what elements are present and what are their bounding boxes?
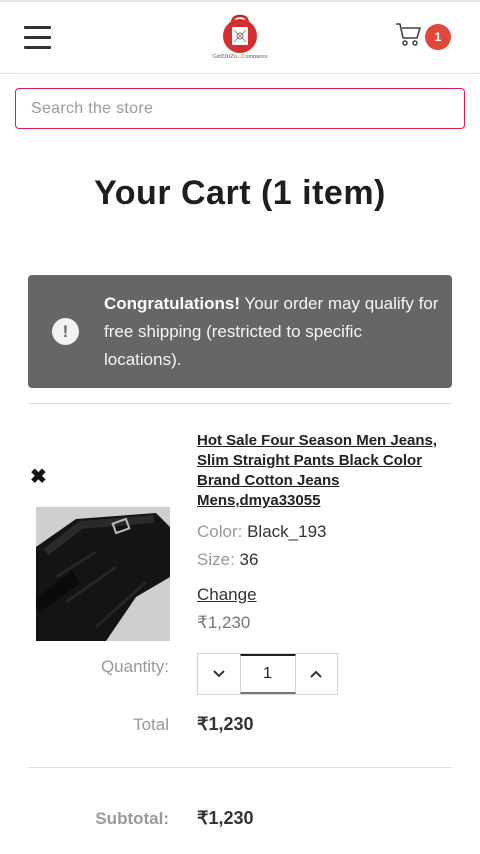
notice-message: Congratulations! Your order may qualify … xyxy=(104,290,444,374)
color-option: Color: Black_193 xyxy=(197,522,326,542)
site-header: GetEffiZo...Commerce 1 xyxy=(0,2,480,74)
line-total-label: Total xyxy=(133,715,169,734)
unit-price: ₹1,230 xyxy=(197,613,251,632)
notice-bold: Congratulations! xyxy=(104,294,240,313)
size-label: Size: xyxy=(197,550,235,569)
logo-caption: GetEffiZo...Commerce xyxy=(212,54,268,60)
size-value: 36 xyxy=(239,550,259,569)
color-label: Color: xyxy=(197,522,243,541)
menu-icon[interactable] xyxy=(24,26,52,50)
cart-count-badge[interactable]: 1 xyxy=(425,24,451,50)
divider xyxy=(28,767,452,768)
quantity-label: Quantity: xyxy=(100,657,169,676)
increase-quantity-button[interactable] xyxy=(296,654,338,694)
search-input[interactable] xyxy=(15,88,465,129)
product-title-link[interactable]: Hot Sale Four Season Men Jeans, Slim Str… xyxy=(197,431,457,511)
subtotal-label: Subtotal: xyxy=(95,809,169,828)
quantity-stepper xyxy=(197,653,338,695)
remove-item-icon[interactable]: ✖ xyxy=(30,466,50,488)
shopping-bag-logo-icon xyxy=(223,14,257,53)
subtotal-value: ₹1,230 xyxy=(197,808,254,828)
divider xyxy=(28,403,452,404)
chevron-up-icon xyxy=(310,670,322,678)
exclamation-icon: ! xyxy=(52,318,79,345)
change-options-link[interactable]: Change xyxy=(197,585,257,605)
cart-icon[interactable] xyxy=(394,20,422,48)
jeans-image-icon xyxy=(36,507,170,641)
size-option: Size: 36 xyxy=(197,550,258,570)
decrease-quantity-button[interactable] xyxy=(198,654,240,694)
line-total-value: ₹1,230 xyxy=(197,714,254,734)
quantity-input[interactable] xyxy=(239,654,296,694)
chevron-down-icon xyxy=(213,670,225,678)
store-logo[interactable]: GetEffiZo...Commerce xyxy=(208,14,272,64)
color-value: Black_193 xyxy=(247,522,327,541)
free-shipping-notice: ! Congratulations! Your order may qualif… xyxy=(28,275,452,388)
product-image[interactable] xyxy=(36,507,170,641)
page-title: Your Cart (1 item) xyxy=(94,174,386,212)
